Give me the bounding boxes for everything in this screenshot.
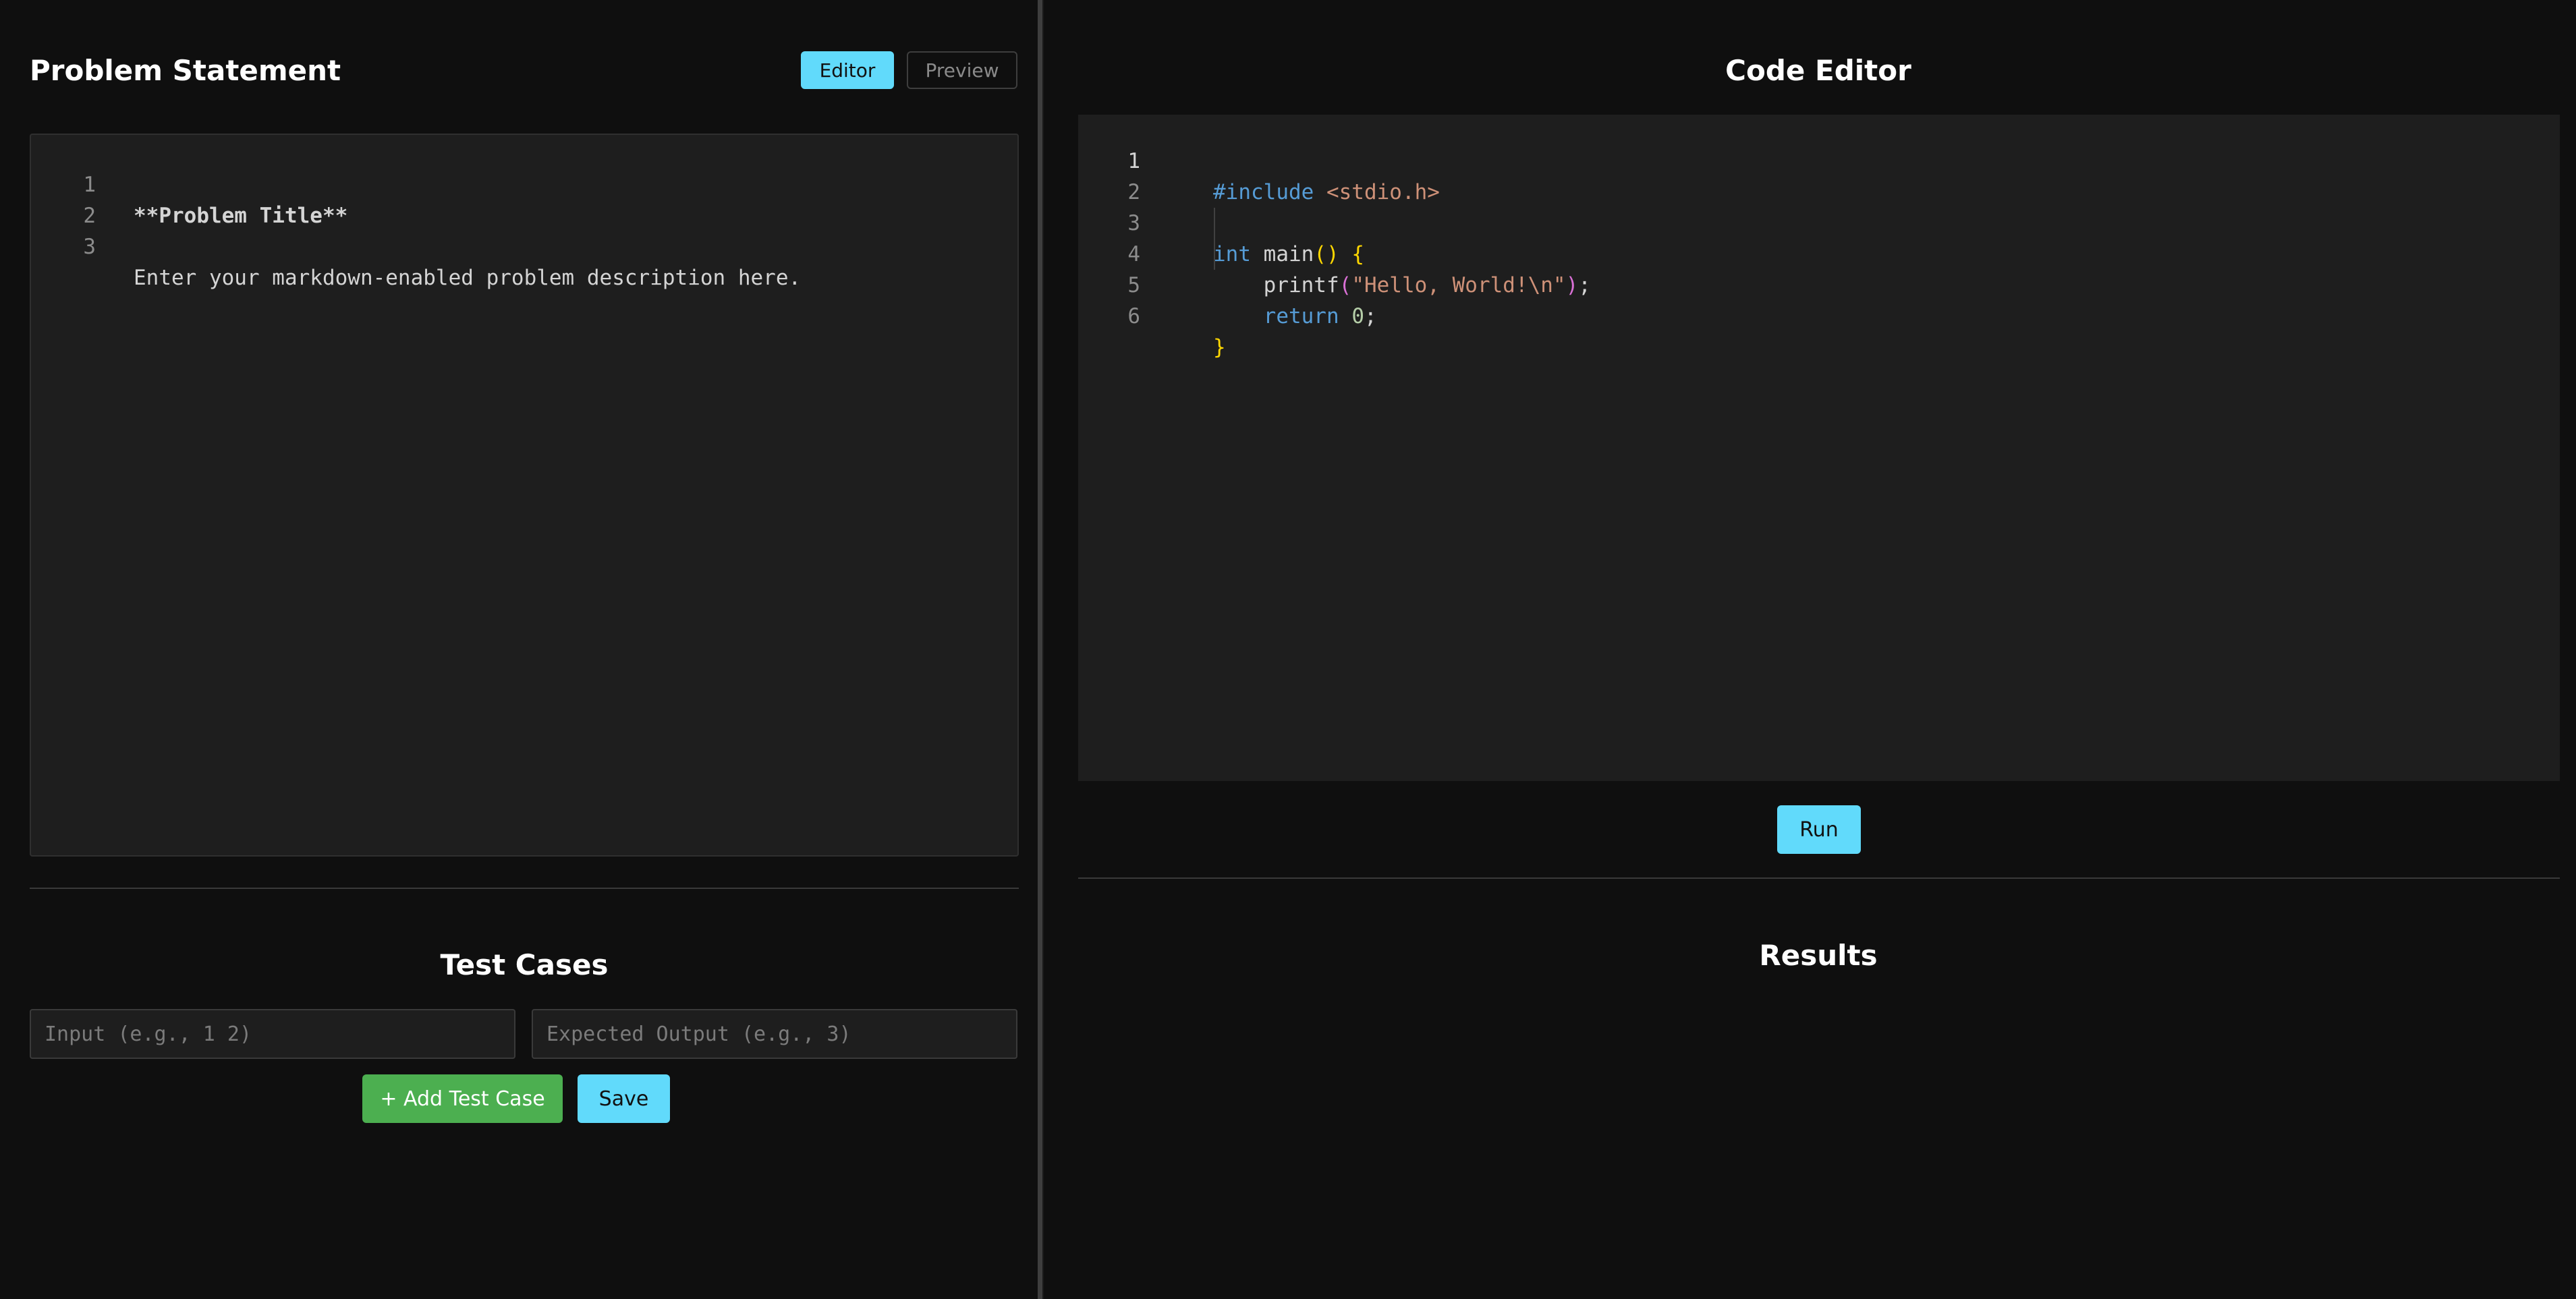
problem-statement-title: Problem Statement [30, 54, 341, 87]
editor-line: 2 [31, 169, 1017, 228]
test-cases-title: Test Cases [440, 948, 609, 981]
code-editor-title: Code Editor [1725, 54, 1911, 87]
results-title: Results [1759, 939, 1878, 972]
run-button[interactable]: Run [1777, 805, 1861, 854]
code-line: 3 int main() { [1078, 177, 2560, 266]
code-line: 5 return 0; [1078, 239, 2560, 328]
section-divider [30, 888, 1019, 889]
code-line: 1 #include <stdio.h> [1078, 115, 2560, 204]
code-line: 4 printf("Hello, World!\n"); [1078, 208, 2560, 297]
section-divider [1078, 877, 2560, 879]
expected-output-field[interactable] [532, 1009, 1017, 1059]
return-keyword: return [1263, 304, 1339, 328]
number-literal: 0 [1351, 304, 1364, 328]
line-text: Enter your markdown-enabled problem desc… [134, 266, 802, 290]
line-number: 3 [83, 235, 96, 259]
save-button[interactable]: Save [578, 1074, 670, 1123]
markdown-editor[interactable]: 1 **Problem Title** 2 3 Enter your markd… [30, 134, 1019, 857]
brace-token: } [1213, 335, 1226, 359]
code-line: 6 } [1078, 270, 2560, 359]
editor-line: 3 Enter your markdown-enabled problem de… [31, 200, 1017, 290]
line-number: 6 [1127, 304, 1140, 328]
test-input-field[interactable] [30, 1009, 515, 1059]
line-text: return 0; [1213, 301, 1377, 332]
line-text: } [1213, 332, 1226, 363]
preview-mode-button[interactable]: Preview [907, 51, 1017, 89]
editor-line: 1 **Problem Title** [31, 138, 1017, 228]
problem-panel: Problem Statement Editor Preview 1 **Pro… [0, 0, 1038, 1299]
indent-guide [1214, 208, 1215, 270]
semicolon-token: ; [1364, 304, 1377, 328]
code-line: 2 [1078, 146, 2560, 204]
add-test-case-button[interactable]: + Add Test Case [362, 1074, 563, 1123]
code-panel: Code Editor 1 #include <stdio.h> 2 3 int… [1047, 0, 2576, 1299]
code-editor[interactable]: 1 #include <stdio.h> 2 3 int main() { 4 … [1078, 115, 2560, 781]
resize-handle-bar [1038, 0, 1044, 1299]
editor-mode-button[interactable]: Editor [801, 51, 894, 89]
panel-resize-handle[interactable] [1038, 0, 1047, 1299]
